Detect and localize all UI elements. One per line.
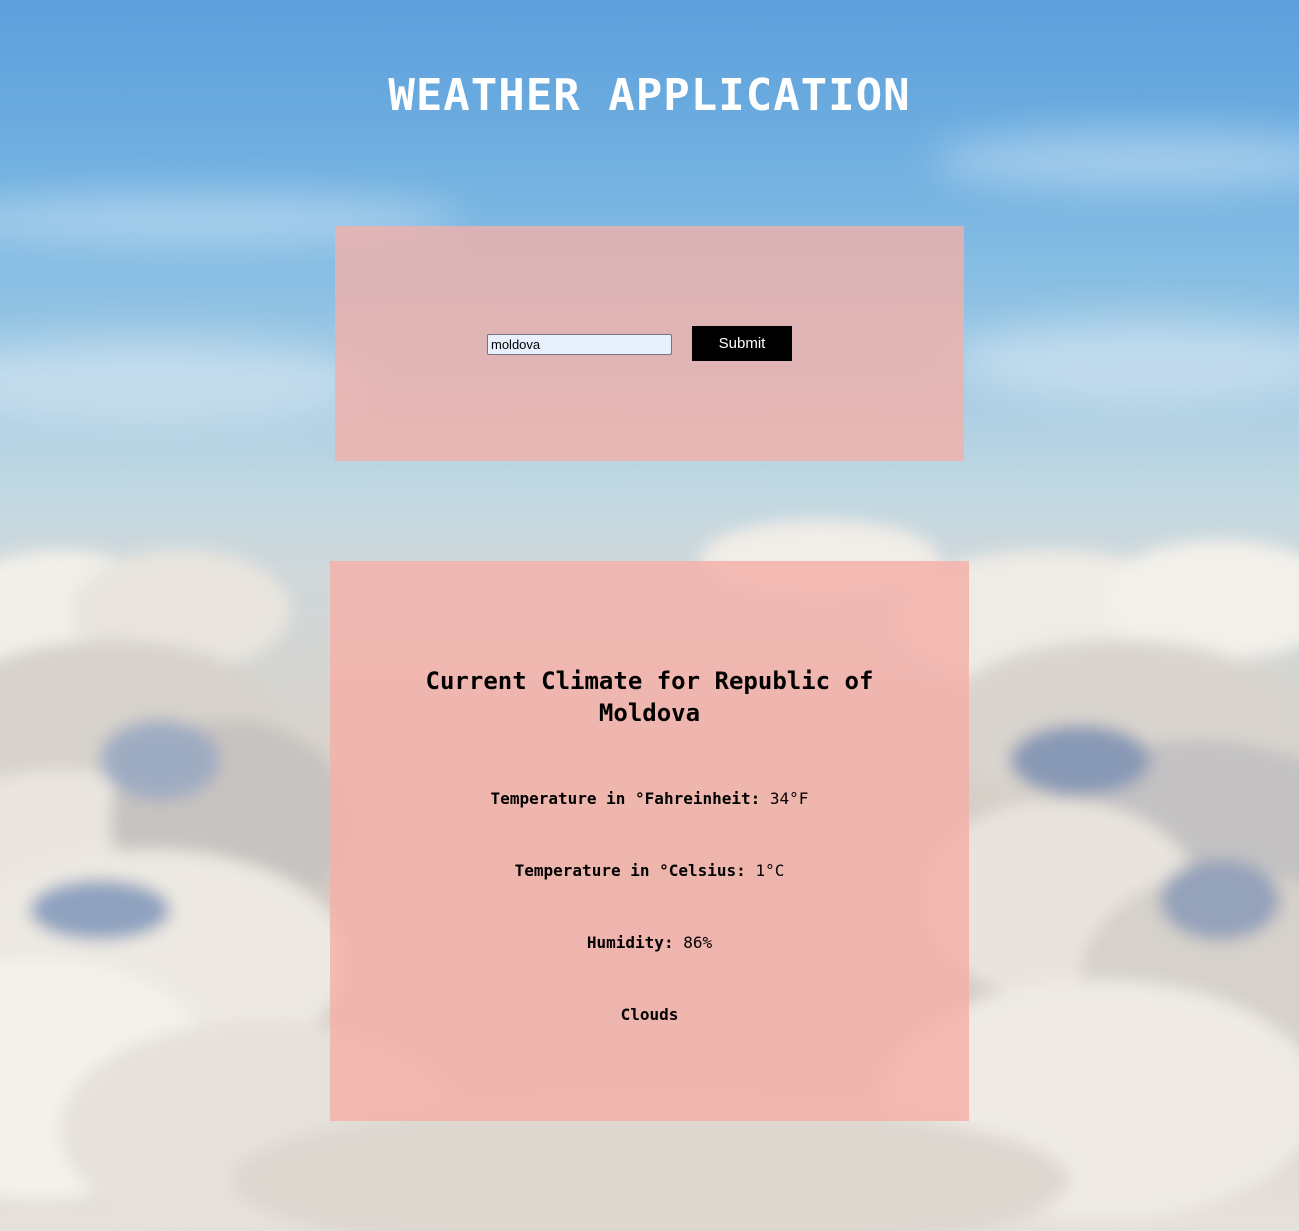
result-heading: Current Climate for Republic of Moldova	[425, 667, 874, 727]
celsius-value: 1°C	[755, 861, 785, 880]
city-search-input[interactable]	[487, 334, 672, 355]
humidity-value: 86%	[683, 933, 713, 952]
celsius-stat: Temperature in °Celsius: 1°C	[330, 861, 969, 881]
celsius-label: Temperature in °Celsius:	[514, 861, 746, 880]
humidity-stat: Humidity: 86%	[330, 933, 969, 953]
humidity-label: Humidity:	[586, 933, 674, 952]
weather-result-panel: Current Climate for Republic of Moldova …	[330, 561, 969, 1121]
fahrenheit-value: 34°F	[769, 789, 809, 808]
fahrenheit-label: Temperature in °Fahreinheit:	[490, 789, 761, 808]
weather-description: Clouds	[620, 1005, 679, 1024]
submit-button[interactable]: Submit	[692, 326, 792, 361]
search-panel: Submit	[335, 226, 964, 461]
fahrenheit-stat: Temperature in °Fahreinheit: 34°F	[330, 789, 969, 809]
page-title: WEATHER APPLICATION	[388, 70, 911, 121]
